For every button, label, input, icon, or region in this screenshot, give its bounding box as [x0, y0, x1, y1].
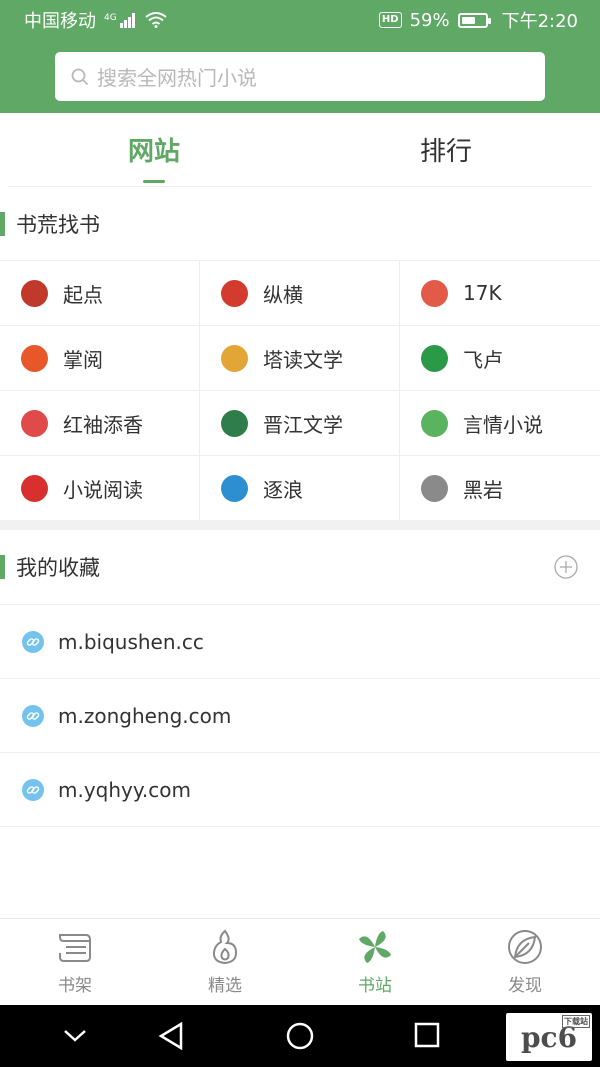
- link-icon: [22, 704, 44, 727]
- site-grid: 起点 纵横 17K 掌阅 塔读文学 飞卢红袖添香 晋江文学 言情小说小说阅读 逐浪 黑岩: [0, 260, 600, 521]
- tadu-logo: [221, 344, 248, 372]
- bottom-nav: 书架 精选 书站 发现: [0, 918, 600, 1005]
- tab-websites[interactable]: 网站: [8, 113, 300, 186]
- zongheng-logo: [221, 279, 248, 307]
- nav-label: 精选: [208, 975, 242, 996]
- site-name: 言情小说: [463, 412, 543, 437]
- pinwheel-icon: [359, 930, 391, 963]
- site-cell[interactable]: 黑岩: [400, 456, 600, 521]
- site-cell[interactable]: 塔读文学: [200, 326, 400, 391]
- feilu-logo: [421, 344, 448, 372]
- site-name: 飞卢: [463, 347, 503, 372]
- site-cell[interactable]: 逐浪: [200, 456, 400, 521]
- leaf-icon: [508, 929, 542, 964]
- tab-label: 网站: [127, 137, 180, 167]
- tab-ranking[interactable]: 排行: [300, 113, 592, 186]
- recent-apps-icon[interactable]: [413, 1021, 441, 1049]
- signal-icon: [119, 13, 135, 28]
- site-cell[interactable]: 飞卢: [400, 326, 600, 391]
- site-cell[interactable]: 17K: [400, 261, 600, 326]
- section-title: 书荒找书: [16, 213, 100, 237]
- watermark-logo: pc6 下载站: [506, 1013, 592, 1061]
- add-favorite-icon[interactable]: [554, 555, 578, 579]
- favorite-item[interactable]: m.biqushen.cc: [0, 605, 600, 679]
- section-divider: [0, 520, 600, 530]
- site-name: 起点: [63, 282, 103, 307]
- site-cell[interactable]: 晋江文学: [200, 391, 400, 456]
- site-name: 晋江文学: [263, 412, 343, 437]
- site-cell[interactable]: 红袖添香: [0, 391, 200, 456]
- site-name: 黑岩: [463, 477, 503, 502]
- search-input[interactable]: 搜索全网热门小说: [55, 52, 545, 101]
- top-tabs: 网站 排行: [8, 113, 592, 187]
- watermark-tag: 下载站: [562, 1015, 590, 1028]
- search-icon: [71, 68, 89, 85]
- site-cell[interactable]: 掌阅: [0, 326, 200, 391]
- clock: 下午2:20: [501, 11, 578, 32]
- nav-bookstation[interactable]: 书站: [300, 919, 450, 1005]
- network-type: 4G: [104, 13, 117, 23]
- favorite-url: m.zongheng.com: [58, 703, 232, 728]
- qidian-logo: [21, 279, 48, 307]
- search-placeholder: 搜索全网热门小说: [97, 66, 257, 90]
- heiyan-logo: [421, 474, 448, 502]
- battery-icon: [457, 12, 491, 28]
- nav-label: 书站: [358, 975, 392, 996]
- carrier-label: 中国移动: [24, 11, 96, 32]
- nav-label: 发现: [508, 975, 542, 996]
- site-cell[interactable]: 起点: [0, 261, 200, 326]
- favorites-list: m.biqushen.cc m.zongheng.com m.yqhyy.com: [0, 604, 600, 827]
- 17k-logo: [421, 279, 448, 307]
- battery-percent: 59%: [409, 9, 450, 31]
- site-cell[interactable]: 纵横: [200, 261, 400, 326]
- link-icon: [22, 778, 44, 801]
- status-bar: 中国移动 4G HD 59% 下午2:20: [0, 0, 600, 40]
- favorites-header: 我的收藏: [0, 530, 600, 604]
- nav-discover[interactable]: 发现: [450, 919, 600, 1005]
- find-books-header: 书荒找书: [0, 187, 600, 261]
- favorite-item[interactable]: m.yqhyy.com: [0, 753, 600, 827]
- favorite-url: m.yqhyy.com: [58, 777, 191, 802]
- active-tab-indicator: [143, 180, 165, 183]
- app-header: 中国移动 4G HD 59% 下午2:20 搜索全网热门小说: [0, 0, 600, 113]
- chevron-down-icon[interactable]: [62, 1025, 88, 1045]
- tab-label: 排行: [419, 137, 472, 167]
- zhangyue-logo: [21, 344, 48, 372]
- nav-label: 书架: [58, 975, 92, 996]
- favorite-item[interactable]: m.zongheng.com: [0, 679, 600, 753]
- zhulang-logo: [221, 474, 248, 502]
- flame-icon: [212, 929, 238, 964]
- hd-badge: HD: [378, 12, 402, 28]
- system-nav-bar: pc6 下载站: [0, 1005, 600, 1067]
- site-cell[interactable]: 言情小说: [400, 391, 600, 456]
- yanqing-logo: [421, 409, 448, 437]
- back-icon[interactable]: [157, 1021, 185, 1051]
- section-accent-bar: [0, 555, 5, 579]
- site-name: 17K: [463, 281, 502, 305]
- site-name: 逐浪: [263, 477, 303, 502]
- site-name: 小说阅读: [63, 477, 143, 502]
- home-icon[interactable]: [285, 1021, 315, 1051]
- section-title: 我的收藏: [16, 556, 100, 580]
- site-name: 纵横: [263, 282, 303, 307]
- link-icon: [22, 630, 44, 653]
- jinjiang-logo: [221, 409, 248, 437]
- nav-bookshelf[interactable]: 书架: [0, 919, 150, 1005]
- hongxiu-logo: [21, 409, 48, 437]
- site-name: 红袖添香: [63, 412, 143, 437]
- site-cell[interactable]: 小说阅读: [0, 456, 200, 521]
- readnovel-logo: [21, 474, 48, 502]
- site-name: 塔读文学: [263, 347, 343, 372]
- wifi-icon: [145, 12, 167, 28]
- bookshelf-icon: [59, 933, 91, 962]
- favorite-url: m.biqushen.cc: [58, 629, 204, 654]
- nav-featured[interactable]: 精选: [150, 919, 300, 1005]
- site-name: 掌阅: [63, 347, 103, 372]
- section-accent-bar: [0, 212, 5, 236]
